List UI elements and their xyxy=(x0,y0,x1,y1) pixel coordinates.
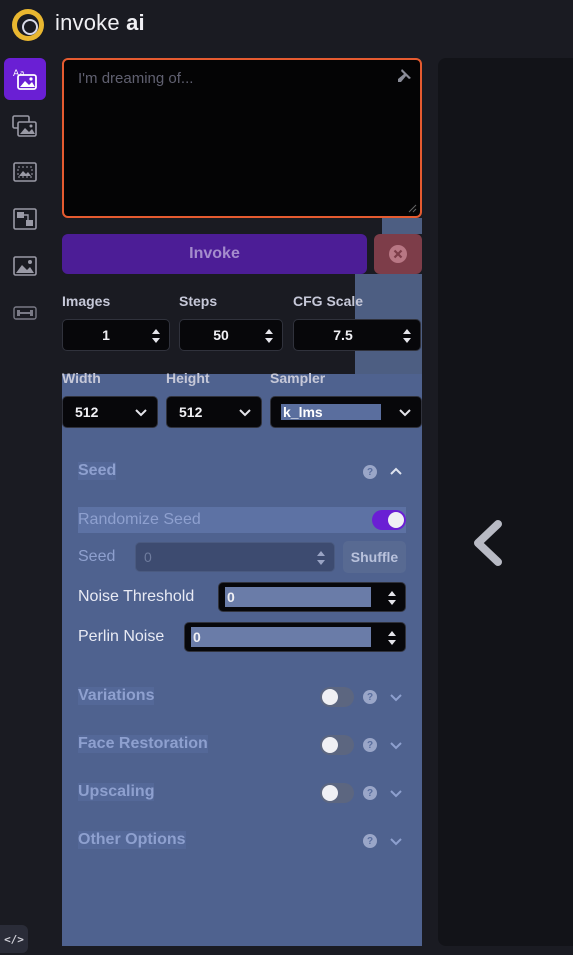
invoke-button[interactable]: Invoke xyxy=(62,234,367,274)
resize-handle-icon[interactable] xyxy=(407,203,417,213)
perlin-noise-input[interactable]: 0 xyxy=(184,622,406,652)
cancel-icon xyxy=(389,245,407,263)
app-title: invoke ai xyxy=(55,10,145,35)
stepper-arrows-icon[interactable] xyxy=(316,548,326,568)
tab-image-to-image[interactable] xyxy=(4,105,46,147)
images-value: 1 xyxy=(102,327,110,343)
perlin-noise-value: 0 xyxy=(191,627,371,647)
cancel-button[interactable] xyxy=(374,234,422,274)
sampler-label: Sampler xyxy=(270,370,326,386)
prompt-box xyxy=(62,58,422,218)
seed-section-title: Seed xyxy=(78,462,117,480)
width-label: Width xyxy=(62,370,101,386)
face-restoration-section-title: Face Restoration xyxy=(78,735,208,753)
stepper-arrows-icon[interactable] xyxy=(264,326,274,346)
gallery-panel xyxy=(438,58,573,946)
width-value: 512 xyxy=(75,404,99,420)
cfg-scale-value: 7.5 xyxy=(333,327,353,343)
stepper-arrows-icon[interactable] xyxy=(402,326,412,346)
width-select[interactable]: 512 xyxy=(62,396,158,428)
seed-section-header[interactable]: Seed ? xyxy=(62,450,422,494)
dev-tools-button[interactable]: </> xyxy=(0,925,28,953)
tab-text-to-image[interactable]: Aa xyxy=(4,58,46,100)
chevron-down-icon xyxy=(239,409,251,417)
height-label: Height xyxy=(166,370,210,386)
stepper-arrows-icon[interactable] xyxy=(387,628,397,648)
chevron-down-icon xyxy=(135,409,147,417)
steps-label: Steps xyxy=(179,293,218,309)
randomize-seed-toggle[interactable] xyxy=(372,510,406,530)
cfg-scale-label: CFG Scale xyxy=(293,293,364,309)
upscaling-section-header[interactable]: Upscaling ? xyxy=(62,771,422,815)
face-restoration-toggle[interactable] xyxy=(320,735,354,755)
tab-nodes[interactable] xyxy=(4,198,46,240)
face-restoration-section-header[interactable]: Face Restoration ? xyxy=(62,723,422,767)
seed-label: Seed xyxy=(78,548,116,565)
tab-inpainting[interactable] xyxy=(4,151,46,193)
chevron-down-icon xyxy=(390,694,402,702)
chevron-down-icon xyxy=(390,790,402,798)
randomize-seed-label: Randomize Seed xyxy=(78,511,201,528)
chevron-left-icon[interactable] xyxy=(470,520,506,566)
noise-threshold-label: Noise Threshold xyxy=(78,588,195,605)
chevron-down-icon xyxy=(390,742,402,750)
images-label: Images xyxy=(62,293,111,309)
inspector-highlight xyxy=(382,218,422,234)
image-stack-icon xyxy=(12,115,37,137)
text-image-icon: Aa xyxy=(13,69,37,90)
app-header: invoke ai xyxy=(0,0,573,50)
svg-text:A: A xyxy=(13,69,20,79)
tab-training[interactable] xyxy=(4,292,46,334)
other-options-section-title: Other Options xyxy=(78,831,186,849)
height-select[interactable]: 512 xyxy=(166,396,262,428)
cfg-scale-input[interactable]: 7.5 xyxy=(293,319,421,351)
height-value: 512 xyxy=(179,404,203,420)
help-icon[interactable]: ? xyxy=(363,738,377,752)
perlin-noise-label: Perlin Noise xyxy=(78,628,165,645)
images-input[interactable]: 1 xyxy=(62,319,170,351)
steps-input[interactable]: 50 xyxy=(179,319,283,351)
chevron-up-icon xyxy=(390,467,402,475)
prompt-input[interactable] xyxy=(64,60,420,216)
pin-icon[interactable] xyxy=(396,68,412,84)
stepper-arrows-icon[interactable] xyxy=(387,588,397,608)
dumbbell-icon xyxy=(13,306,37,320)
steps-value: 50 xyxy=(213,327,229,343)
upscaling-section-title: Upscaling xyxy=(78,783,155,801)
variations-section-title: Variations xyxy=(78,687,155,705)
seed-input[interactable]: 0 xyxy=(135,542,335,572)
noise-threshold-input[interactable]: 0 xyxy=(218,582,406,612)
inpaint-icon xyxy=(13,162,37,182)
other-options-section-header[interactable]: Other Options ? xyxy=(62,819,422,863)
variations-section-header[interactable]: Variations ? xyxy=(62,675,422,719)
outpaint-icon xyxy=(13,256,37,276)
upscaling-toggle[interactable] xyxy=(320,783,354,803)
nodes-icon xyxy=(13,208,37,230)
sampler-value: k_lms xyxy=(281,404,381,420)
noise-threshold-value: 0 xyxy=(225,587,371,607)
tab-outpainting[interactable] xyxy=(4,245,46,287)
seed-value: 0 xyxy=(144,549,152,565)
help-icon[interactable]: ? xyxy=(363,465,377,479)
help-icon[interactable]: ? xyxy=(363,690,377,704)
help-icon[interactable]: ? xyxy=(363,786,377,800)
invoke-logo-icon xyxy=(12,9,44,41)
shuffle-button[interactable]: Shuffle xyxy=(343,541,406,573)
sampler-select[interactable]: k_lms xyxy=(270,396,422,428)
stepper-arrows-icon[interactable] xyxy=(151,326,161,346)
chevron-down-icon xyxy=(399,409,411,417)
help-icon[interactable]: ? xyxy=(363,834,377,848)
variations-toggle[interactable] xyxy=(320,687,354,707)
chevron-down-icon xyxy=(390,838,402,846)
